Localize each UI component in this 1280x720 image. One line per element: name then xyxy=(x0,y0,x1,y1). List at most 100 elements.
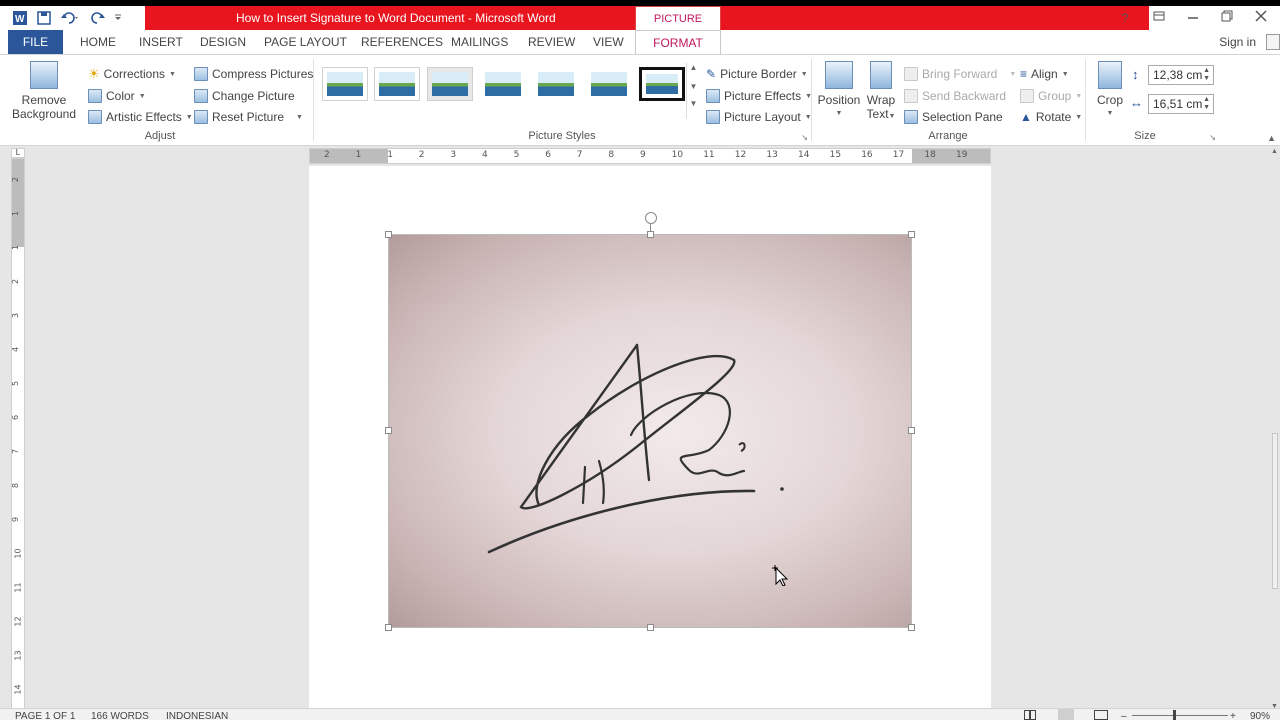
ruler-number: 4 xyxy=(482,150,488,160)
tab-page-layout[interactable]: PAGE LAYOUT xyxy=(264,35,347,49)
picture-style-simple-frame[interactable] xyxy=(322,67,368,101)
undo-icon[interactable] xyxy=(60,10,82,26)
crop-button[interactable]: Crop ▼ xyxy=(1094,61,1126,121)
restore-icon[interactable] xyxy=(1218,9,1236,27)
remove-background-button[interactable]: Remove Background xyxy=(10,61,78,121)
rotate-label: Rotate xyxy=(1035,110,1072,124)
picture-border-button[interactable]: ✎ Picture Border ▼ xyxy=(706,65,808,83)
left-margin-area xyxy=(310,149,388,163)
signature-image xyxy=(487,343,784,554)
minimize-icon[interactable] xyxy=(1184,9,1202,27)
tab-home[interactable]: HOME xyxy=(80,35,116,49)
picture-style-soft-edge[interactable] xyxy=(586,67,632,101)
zoom-in-button[interactable]: + xyxy=(1230,711,1236,720)
save-icon[interactable] xyxy=(36,10,52,26)
pencil-icon: ✎ xyxy=(706,67,717,81)
height-spinner-icon[interactable]: ▲ ▼ xyxy=(1203,67,1210,83)
ruler-number: 9 xyxy=(11,516,21,523)
collapse-ribbon-icon[interactable]: ▲ xyxy=(1267,133,1276,143)
print-layout-icon[interactable] xyxy=(1058,709,1074,720)
tab-insert[interactable]: INSERT xyxy=(139,35,183,49)
read-mode-icon[interactable] xyxy=(1024,710,1036,720)
picture-effects-label: Picture Effects xyxy=(724,89,802,103)
tab-format[interactable]: FORMAT xyxy=(635,30,721,54)
resize-handle-top[interactable] xyxy=(647,231,654,238)
group-icon xyxy=(1020,89,1034,103)
horizontal-ruler[interactable]: 2 1 1 2 3 4 5 6 7 8 9 10 11 12 13 14 15 16 17 18 19 xyxy=(309,148,991,164)
dialog-launcher-icon[interactable]: ↘ xyxy=(1209,133,1216,142)
redo-icon[interactable] xyxy=(90,10,106,26)
position-button[interactable]: Position ▼ xyxy=(816,61,862,121)
shape-width-field[interactable]: 16,51 cm ▲ ▼ xyxy=(1148,94,1214,114)
picture-styles-group: ▲ ▼ ▼ ✎ Picture Border ▼ Picture Effects ▼… xyxy=(314,55,812,145)
web-layout-icon[interactable] xyxy=(1094,710,1108,720)
zoom-slider-thumb[interactable] xyxy=(1173,710,1176,720)
artistic-effects-button[interactable]: Artistic Effects ▼ xyxy=(88,108,193,126)
resize-handle-right[interactable] xyxy=(908,427,915,434)
page-count[interactable]: PAGE 1 OF 1 xyxy=(15,711,75,720)
color-icon xyxy=(88,89,102,103)
chevron-down-icon: ▼ xyxy=(1009,70,1017,78)
resize-handle-top-right[interactable] xyxy=(908,231,915,238)
signature-picture[interactable] xyxy=(388,234,912,628)
tab-mailings[interactable]: MAILINGS xyxy=(451,35,508,49)
picture-style-reflected[interactable] xyxy=(533,67,579,101)
tab-selector[interactable]: L xyxy=(11,148,25,158)
align-button[interactable]: ≡ Align ▼ xyxy=(1020,65,1069,83)
compress-pictures-button[interactable]: Compress Pictures xyxy=(194,65,313,83)
styles-gallery-scroll[interactable]: ▲ ▼ ▼ xyxy=(686,63,700,119)
picture-style-thick-black[interactable] xyxy=(639,67,685,101)
sign-in-link[interactable]: Sign in xyxy=(1219,35,1256,49)
ruler-number: 14 xyxy=(798,150,810,160)
bring-forward-button[interactable]: Bring Forward ▼ xyxy=(904,65,1016,83)
resize-handle-top-left[interactable] xyxy=(385,231,392,238)
scrollbar-thumb[interactable] xyxy=(1272,433,1278,589)
arrange-group-label: Arrange xyxy=(928,130,968,142)
send-backward-button[interactable]: Send Backward▼ xyxy=(904,87,1025,105)
scroll-up-icon[interactable]: ▲ xyxy=(687,63,700,72)
word-count[interactable]: 166 WORDS xyxy=(91,711,149,720)
zoom-level[interactable]: 90% xyxy=(1250,711,1270,720)
help-button[interactable]: ? xyxy=(1116,9,1134,27)
account-avatar[interactable] xyxy=(1266,34,1280,50)
picture-style-rounded[interactable] xyxy=(480,67,526,101)
picture-effects-button[interactable]: Picture Effects ▼ xyxy=(706,87,812,105)
selection-pane-button[interactable]: Selection Pane xyxy=(904,108,1003,126)
dialog-launcher-icon[interactable]: ↘ xyxy=(801,133,808,142)
reset-picture-button[interactable]: Reset Picture ▼ xyxy=(194,108,303,126)
tab-file[interactable]: FILE xyxy=(8,30,63,54)
resize-handle-left[interactable] xyxy=(385,427,392,434)
width-spinner-icon[interactable]: ▲ ▼ xyxy=(1203,96,1210,112)
language-indicator[interactable]: INDONESIAN xyxy=(166,711,228,720)
tab-design[interactable]: DESIGN xyxy=(200,35,246,49)
vertical-scrollbar[interactable]: ▲ ▼ xyxy=(1270,148,1280,710)
tab-review[interactable]: REVIEW xyxy=(528,35,575,49)
scroll-up-icon[interactable]: ▲ xyxy=(1271,148,1278,155)
customize-qat-icon[interactable] xyxy=(114,10,122,26)
ruler-number: 6 xyxy=(545,150,551,160)
wrap-text-icon xyxy=(870,61,892,89)
close-icon[interactable] xyxy=(1252,9,1270,27)
picture-style-beveled[interactable] xyxy=(374,67,420,101)
shape-height-field[interactable]: 12,38 cm ▲ ▼ xyxy=(1148,65,1214,85)
color-button[interactable]: Color ▼ xyxy=(88,87,146,105)
vertical-ruler[interactable]: 2 1 1 2 3 4 5 6 7 8 9 10 11 12 13 14 xyxy=(11,158,25,710)
zoom-slider[interactable] xyxy=(1132,715,1228,716)
scroll-down-icon[interactable]: ▼ xyxy=(687,82,700,91)
picture-layout-button[interactable]: Picture Layout ▼ xyxy=(706,108,812,126)
rotate-button[interactable]: ▲ Rotate ▼ xyxy=(1020,108,1082,126)
zoom-out-button[interactable]: – xyxy=(1121,711,1127,720)
corrections-button[interactable]: ☀ Corrections ▼ xyxy=(88,65,176,83)
resize-handle-bottom-left[interactable] xyxy=(385,624,392,631)
resize-handle-bottom[interactable] xyxy=(647,624,654,631)
wrap-text-button[interactable]: Wrap Text▼ xyxy=(864,61,898,124)
picture-style-shadow[interactable] xyxy=(427,67,473,101)
resize-handle-bottom-right[interactable] xyxy=(908,624,915,631)
ribbon-display-options-icon[interactable] xyxy=(1150,9,1168,27)
group-button[interactable]: Group ▼ xyxy=(1020,87,1082,105)
change-picture-button[interactable]: Change Picture xyxy=(194,87,295,105)
tab-references[interactable]: REFERENCES xyxy=(361,35,443,49)
gallery-more-icon[interactable]: ▼ xyxy=(687,99,700,108)
rotate-handle[interactable] xyxy=(645,212,657,224)
tab-view[interactable]: VIEW xyxy=(593,35,624,49)
